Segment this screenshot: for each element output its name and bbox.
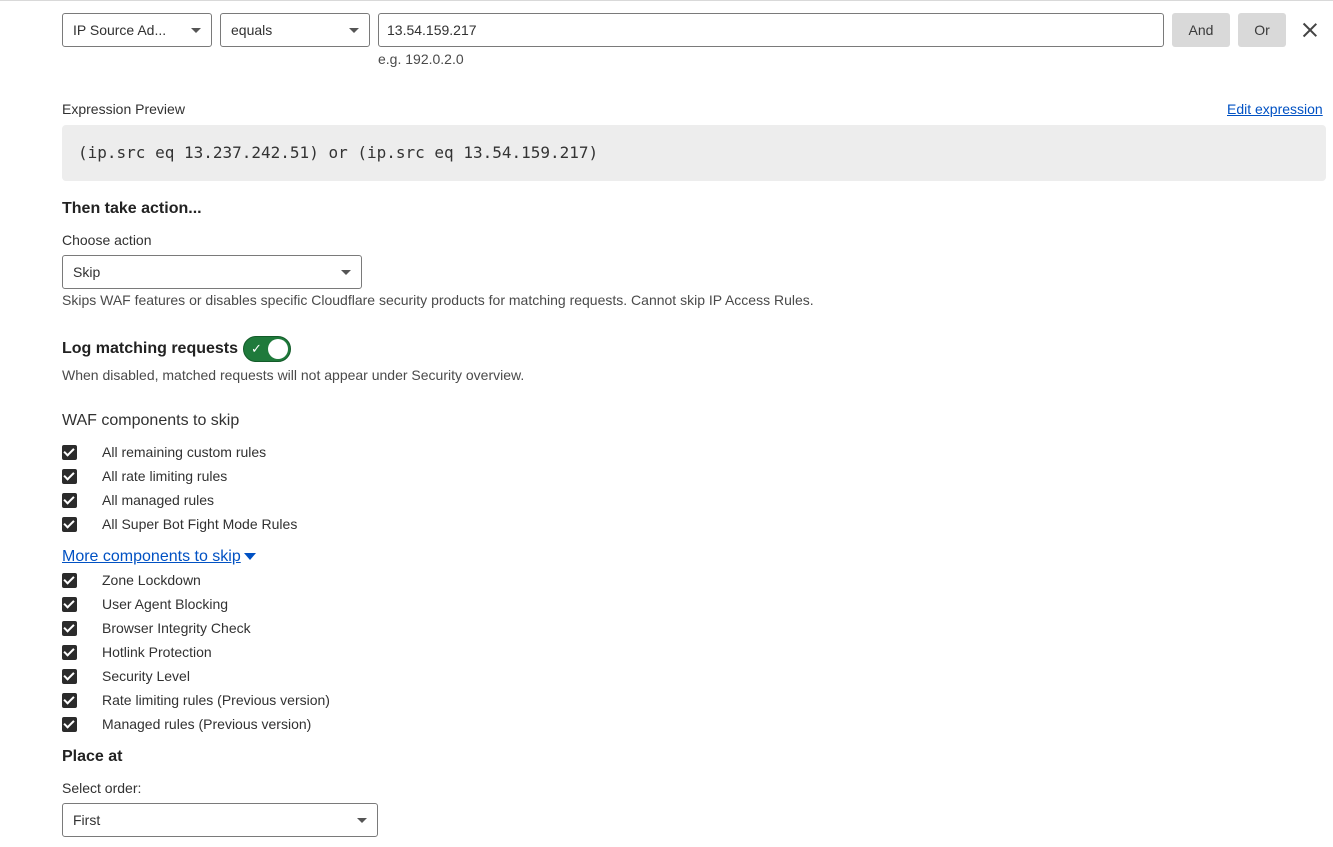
more-item-label: Zone Lockdown [102, 572, 201, 588]
field-select[interactable]: IP Source Ad... [62, 13, 212, 47]
chevron-down-icon [341, 270, 351, 275]
checkbox[interactable] [62, 517, 77, 532]
choose-action-label: Choose action [62, 232, 152, 248]
checkbox[interactable] [62, 493, 77, 508]
more-item-label: User Agent Blocking [102, 596, 229, 612]
operator-select-value: equals [231, 22, 273, 38]
action-heading: Then take action... [62, 200, 202, 217]
more-item-label: Security Level [102, 668, 190, 684]
close-icon[interactable] [1301, 21, 1319, 39]
checkbox[interactable] [62, 445, 77, 460]
checkbox[interactable] [62, 469, 77, 484]
waf-item-label: All remaining custom rules [102, 444, 267, 460]
waf-item-label: All managed rules [102, 492, 215, 508]
checkbox[interactable] [62, 573, 77, 588]
more-item-label: Hotlink Protection [102, 644, 212, 660]
field-select-value: IP Source Ad... [73, 22, 167, 38]
checkbox[interactable] [62, 597, 77, 612]
more-item-label: Rate limiting rules (Previous version) [102, 692, 330, 708]
more-item-label: Managed rules (Previous version) [102, 716, 312, 732]
checkbox[interactable] [62, 645, 77, 660]
toggle-knob [268, 339, 288, 359]
chevron-down-icon [349, 28, 359, 33]
waf-item-label: All Super Bot Fight Mode Rules [102, 516, 298, 532]
place-heading: Place at [62, 748, 123, 765]
log-toggle[interactable]: ✓ [243, 336, 291, 362]
more-components-toggle[interactable]: More components to skip [62, 548, 256, 566]
value-hint: e.g. 192.0.2.0 [378, 51, 464, 67]
caret-down-icon [243, 553, 256, 561]
order-select-value: First [73, 812, 101, 828]
checkbox[interactable] [62, 717, 77, 732]
chevron-down-icon [191, 28, 201, 33]
action-description: Skips WAF features or disables specific … [62, 292, 814, 308]
log-matching-label: Log matching requests [62, 340, 239, 357]
chevron-down-icon [357, 818, 367, 823]
waf-heading: WAF components to skip [62, 412, 240, 429]
edit-expression-link[interactable]: Edit expression [1227, 101, 1323, 117]
expression-preview-label: Expression Preview [62, 101, 185, 117]
expression-preview: (ip.src eq 13.237.242.51) or (ip.src eq … [62, 125, 1326, 181]
value-input-text: 13.54.159.217 [387, 22, 477, 38]
top-divider [0, 0, 1333, 4]
or-button[interactable]: Or [1238, 13, 1286, 47]
order-select[interactable]: First [62, 803, 378, 837]
value-input[interactable]: 13.54.159.217 [378, 13, 1164, 47]
checkbox[interactable] [62, 693, 77, 708]
select-order-label: Select order: [62, 780, 142, 796]
more-item-label: Browser Integrity Check [102, 620, 251, 636]
checkbox[interactable] [62, 621, 77, 636]
log-description: When disabled, matched requests will not… [62, 367, 525, 383]
checkbox[interactable] [62, 669, 77, 684]
and-button[interactable]: And [1172, 13, 1230, 47]
operator-select[interactable]: equals [220, 13, 370, 47]
check-icon: ✓ [251, 341, 262, 356]
action-select-value: Skip [73, 264, 101, 280]
more-components-link[interactable]: More components to skip [62, 548, 241, 565]
waf-item-label: All rate limiting rules [102, 468, 228, 484]
action-select[interactable]: Skip [62, 255, 362, 289]
